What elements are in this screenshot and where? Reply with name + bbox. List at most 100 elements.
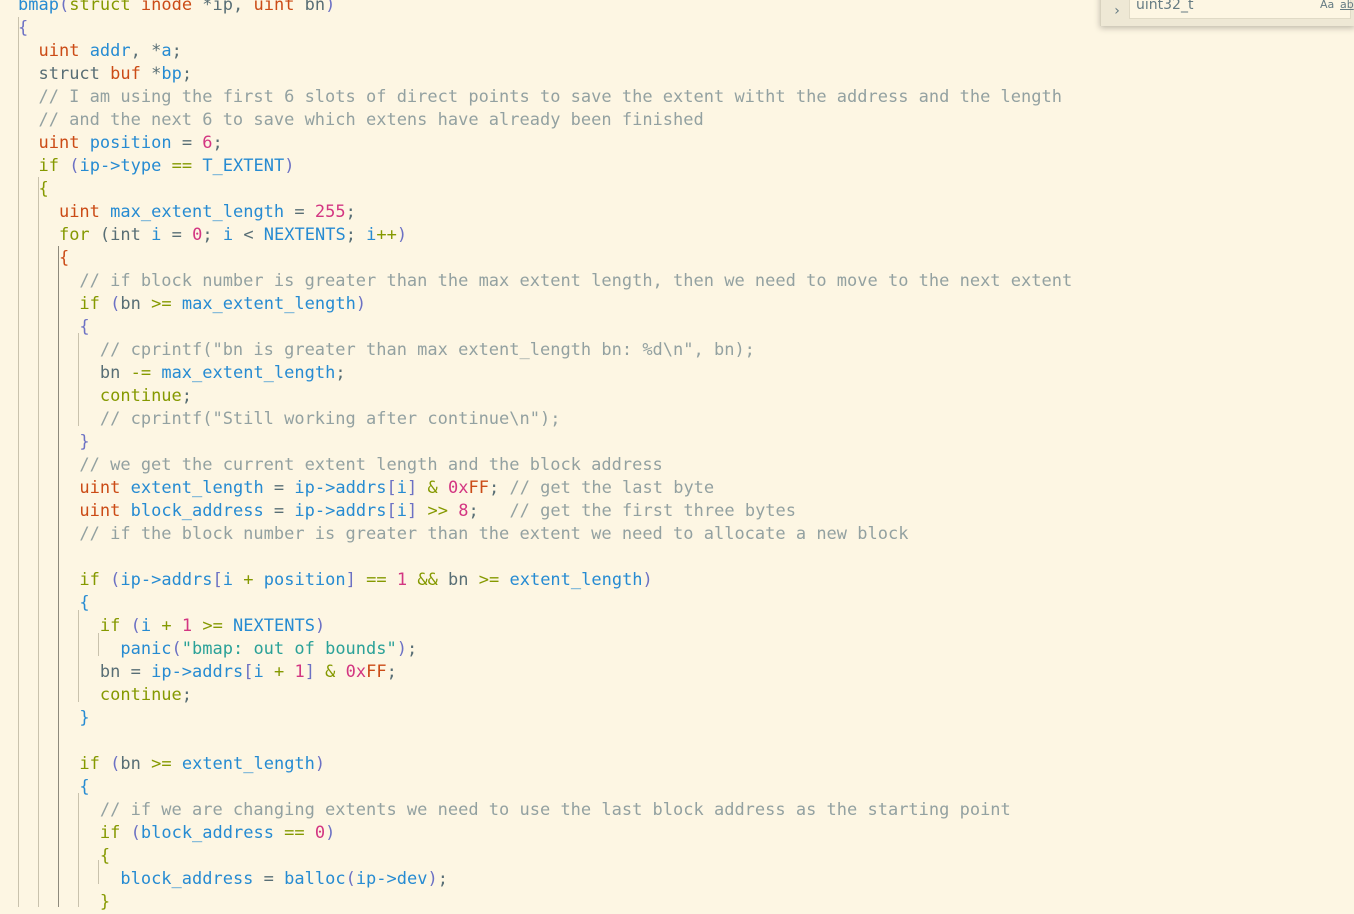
- code-token: &&: [407, 570, 449, 590]
- code-token: -=: [120, 363, 162, 383]
- code-token: {: [38, 179, 49, 199]
- code-token: =: [161, 225, 193, 245]
- code-token: bn: [120, 754, 141, 774]
- whole-word-toggle[interactable]: ab: [1340, 0, 1354, 14]
- code-line[interactable]: {: [18, 178, 49, 201]
- code-line[interactable]: // we get the current extent length and …: [18, 454, 662, 477]
- match-case-toggle[interactable]: Aa: [1320, 0, 1334, 14]
- code-line[interactable]: if (i + 1 >= NEXTENTS): [18, 615, 325, 638]
- code-line[interactable]: uint position = 6;: [18, 132, 222, 155]
- code-token: {: [58, 248, 70, 268]
- code-line[interactable]: panic("bmap: out of bounds");: [18, 638, 417, 661]
- code-token: 1: [294, 662, 305, 682]
- code-line[interactable]: block_address = balloc(ip->dev);: [18, 868, 448, 891]
- chevron-right-icon[interactable]: ›: [1109, 2, 1125, 20]
- code-line[interactable]: {: [18, 592, 89, 615]
- code-token: }: [79, 708, 90, 728]
- code-token: bp: [161, 64, 182, 84]
- code-line[interactable]: struct buf *bp;: [18, 63, 192, 86]
- code-token: +: [151, 616, 182, 636]
- code-line[interactable]: if (bn >= extent_length): [18, 753, 325, 776]
- code-token: // and the next 6 to save which extens h…: [18, 110, 704, 130]
- code-token: }: [79, 432, 90, 452]
- code-line[interactable]: for (int i = 0; i < NEXTENTS; i++): [18, 224, 407, 247]
- code-line[interactable]: }: [18, 707, 90, 730]
- code-line[interactable]: }: [18, 431, 90, 454]
- code-token: T_EXTENT: [202, 156, 285, 176]
- code-token: i: [222, 225, 234, 245]
- code-token: (: [110, 294, 121, 314]
- code-line[interactable]: // cprintf("bn is greater than max exten…: [18, 339, 755, 362]
- find-input[interactable]: uint32_t Aa ab: [1129, 0, 1354, 19]
- code-line[interactable]: }: [18, 891, 110, 914]
- code-token: // if we are changing extents we need to…: [18, 800, 1011, 820]
- code-line[interactable]: if (ip->type == T_EXTENT): [18, 155, 294, 178]
- code-editor[interactable]: bmap(struct inode *ip, uint bn){ uint ad…: [0, 0, 1354, 912]
- code-token: >=: [140, 294, 182, 314]
- code-token: 255: [314, 202, 346, 222]
- code-line[interactable]: // I am using the first 6 slots of direc…: [18, 86, 1062, 109]
- code-line[interactable]: bn -= max_extent_length;: [18, 362, 346, 385]
- code-line[interactable]: {: [18, 17, 28, 40]
- code-token: ;: [406, 639, 418, 659]
- code-token: {: [18, 18, 29, 38]
- code-line[interactable]: // and the next 6 to save which extens h…: [18, 109, 704, 132]
- code-token: max_extent_length: [161, 363, 336, 383]
- code-line[interactable]: uint block_address = ip->addrs[i] >> 8; …: [18, 500, 796, 523]
- code-token: // if block number is greater than the m…: [18, 271, 1073, 291]
- code-token: i: [396, 478, 408, 498]
- code-token: i: [222, 570, 234, 590]
- code-line[interactable]: if (block_address == 0): [18, 822, 336, 845]
- code-token: ;: [345, 225, 367, 245]
- code-token: inode: [140, 0, 193, 15]
- code-token: if: [79, 294, 100, 314]
- code-token: [: [386, 478, 397, 498]
- code-token: >>: [417, 501, 459, 521]
- code-token: ): [314, 616, 326, 636]
- code-line[interactable]: {: [18, 776, 89, 799]
- code-line[interactable]: uint addr, *a;: [18, 40, 182, 63]
- code-line[interactable]: {: [18, 845, 110, 868]
- code-line[interactable]: {: [18, 316, 89, 339]
- code-line[interactable]: bmap(struct inode *ip, uint bn): [18, 0, 335, 17]
- code-line[interactable]: // if we are changing extents we need to…: [18, 799, 1011, 822]
- code-token: i: [396, 501, 408, 521]
- code-token: 0: [192, 225, 203, 245]
- code-token: ): [396, 225, 408, 245]
- code-token: ): [355, 294, 367, 314]
- code-token: {: [99, 846, 111, 866]
- code-token: i: [140, 616, 152, 636]
- code-line[interactable]: continue;: [18, 684, 192, 707]
- code-line[interactable]: uint extent_length = ip->addrs[i] & 0xFF…: [18, 477, 714, 500]
- code-token: ==: [355, 570, 397, 590]
- code-token: // if the block number is greater than t…: [18, 524, 909, 544]
- code-line[interactable]: uint max_extent_length = 255;: [18, 201, 356, 224]
- code-line[interactable]: continue;: [18, 385, 192, 408]
- code-line[interactable]: if (ip->addrs[i + position] == 1 && bn >…: [18, 569, 652, 592]
- code-line[interactable]: bn = ip->addrs[i + 1] & 0xFF;: [18, 661, 397, 684]
- code-line[interactable]: if (bn >= max_extent_length): [18, 293, 366, 316]
- code-line[interactable]: // if block number is greater than the m…: [18, 270, 1072, 293]
- code-token: panic: [120, 639, 172, 659]
- code-line[interactable]: {: [18, 247, 69, 270]
- code-token: balloc: [284, 869, 346, 889]
- code-token: ;: [181, 386, 193, 406]
- code-line[interactable]: // if the block number is greater than t…: [18, 523, 908, 546]
- code-line[interactable]: // cprintf("Still working after continue…: [18, 408, 561, 431]
- code-token: ;: [335, 363, 346, 383]
- code-token: extent_length: [130, 478, 264, 498]
- code-token: ip->addrs: [120, 570, 213, 590]
- code-token: ;: [171, 41, 182, 61]
